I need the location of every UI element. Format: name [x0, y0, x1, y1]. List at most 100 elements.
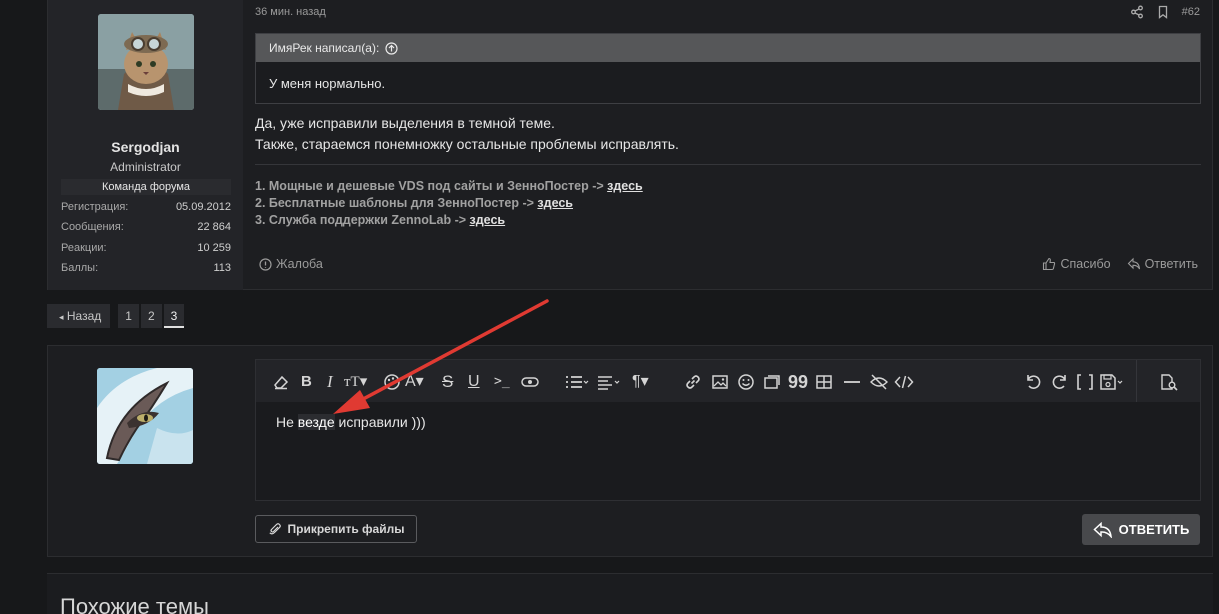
user-avatar[interactable]	[98, 14, 194, 110]
page-numbers: 1 2 3	[118, 304, 185, 328]
media-icon[interactable]	[763, 373, 781, 391]
signature-text: 1. Мощные и дешевые VDS под сайты и Зенн…	[255, 179, 608, 193]
quote-author[interactable]: ИмяРек написал(а):	[269, 34, 379, 62]
signature-link[interactable]: здесь	[537, 196, 573, 210]
user-banner: Команда форума	[61, 179, 231, 195]
similar-threads-title: Похожие темы	[60, 594, 209, 614]
spoiler-icon[interactable]	[520, 373, 540, 391]
page-link[interactable]: 1	[118, 304, 139, 328]
user-stat-registration: Регистрация: 05.09.2012	[61, 201, 231, 213]
quote-header[interactable]: ИмяРек написал(а):	[256, 34, 1200, 62]
signature-divider	[255, 164, 1201, 165]
quote-block: ИмяРек написал(а): У меня нормально.	[255, 33, 1201, 104]
cat-pilot-image	[98, 14, 194, 110]
signature-line: 3. Служба поддержки ZennoLab -> здесь	[255, 212, 643, 229]
table-icon[interactable]	[815, 373, 833, 391]
page-link-current[interactable]: 3	[163, 304, 185, 328]
inline-code-icon[interactable]: >_	[494, 373, 510, 391]
submit-reply-label: ОТВЕТИТЬ	[1118, 522, 1190, 537]
code-icon[interactable]	[894, 373, 914, 391]
stat-label: Сообщения:	[61, 221, 124, 233]
attach-files-label: Прикрепить файлы	[287, 522, 405, 536]
bold-icon[interactable]: B	[301, 373, 312, 391]
quick-reply-form: B I тT▾ A▾ S U >_ ¶▾ 99 Не везде исправи…	[47, 345, 1213, 557]
italic-icon[interactable]: I	[327, 373, 333, 391]
eraser-icon[interactable]	[272, 373, 290, 391]
align-icon[interactable]	[596, 373, 622, 391]
font-size-icon[interactable]: тT▾	[344, 373, 367, 391]
paragraph-icon[interactable]: ¶▾	[632, 373, 649, 391]
signature-text: 2. Бесплатные шаблоны для ЗенноПостер ->	[255, 196, 538, 210]
image-icon[interactable]	[711, 373, 729, 391]
signature-line: 2. Бесплатные шаблоны для ЗенноПостер ->…	[255, 195, 643, 212]
stat-value: 10 259	[197, 242, 231, 254]
back-label: Назад	[66, 309, 102, 323]
font-family-icon[interactable]: A▾	[405, 373, 424, 391]
strikethrough-icon[interactable]: S	[442, 373, 453, 391]
rich-text-editor[interactable]: B I тT▾ A▾ S U >_ ¶▾ 99 Не везде исправи…	[255, 359, 1201, 501]
preview-icon[interactable]	[1159, 373, 1179, 391]
hide-icon[interactable]	[869, 373, 889, 391]
post-time[interactable]: 36 мин. назад	[255, 6, 326, 18]
quote-icon[interactable]: 99	[788, 373, 808, 391]
stat-value[interactable]: 113	[213, 262, 231, 274]
user-stat-reactions: Реакции: 10 259	[61, 242, 231, 254]
like-button[interactable]: Спасибо	[1042, 257, 1111, 271]
palette-icon[interactable]	[383, 373, 401, 391]
report-link[interactable]: Жалоба	[259, 257, 323, 271]
post-message: Да, уже исправили выделения в темной тем…	[255, 113, 679, 155]
signature-link[interactable]: здесь	[470, 213, 506, 227]
undo-icon[interactable]	[1024, 373, 1042, 391]
report-label: Жалоба	[276, 257, 323, 271]
like-label: Спасибо	[1060, 257, 1111, 271]
underline-icon[interactable]: U	[468, 373, 480, 391]
stat-label: Баллы:	[61, 262, 99, 274]
editor-text-segment: Не	[276, 414, 298, 430]
bookmark-icon[interactable]	[1156, 5, 1170, 19]
submit-reply-button[interactable]: ОТВЕТИТЬ	[1082, 514, 1200, 545]
post-number[interactable]: #62	[1182, 6, 1200, 18]
user-title: Administrator	[110, 160, 181, 174]
dragon-eye-image	[97, 368, 193, 464]
message-line: Да, уже исправили выделения в темной тем…	[255, 115, 555, 131]
signature-line: 1. Мощные и дешевые VDS под сайты и Зенн…	[255, 178, 643, 195]
horizontal-line-icon[interactable]	[843, 373, 861, 391]
stat-value: 05.09.2012	[175, 201, 231, 213]
redo-icon[interactable]	[1051, 373, 1069, 391]
post-actions: Спасибо Ответить	[1042, 257, 1198, 271]
editor-highlighted-word: везде	[297, 414, 335, 430]
pagination-back-button[interactable]: ◂ Назад	[47, 304, 111, 328]
paperclip-icon	[268, 523, 281, 535]
list-icon[interactable]	[564, 373, 590, 391]
smile-icon[interactable]	[737, 373, 755, 391]
share-icon[interactable]	[1130, 5, 1144, 19]
attach-files-button[interactable]: Прикрепить файлы	[255, 515, 417, 543]
quote-text: У меня нормально.	[269, 76, 386, 91]
fullscreen-icon[interactable]	[1076, 373, 1094, 391]
editor-text-segment: исправили )))	[334, 414, 426, 430]
forum-post: Sergodjan Administrator Команда форума Р…	[47, 0, 1213, 290]
signature-link[interactable]: здесь	[607, 179, 643, 193]
stat-label: Реакции:	[61, 242, 107, 254]
stat-label: Регистрация:	[61, 201, 129, 213]
post-meta-actions: #62	[1130, 5, 1200, 19]
reply-post-label: Ответить	[1144, 257, 1198, 271]
current-user-avatar[interactable]	[97, 368, 193, 464]
message-line: Также, стараемся понемножку остальные пр…	[255, 136, 679, 152]
reply-post-button[interactable]: Ответить	[1127, 257, 1198, 271]
editor-content[interactable]: Не везде исправили )))	[276, 414, 426, 430]
toolbar-divider	[1136, 360, 1137, 402]
similar-threads-block: Похожие темы	[47, 573, 1213, 614]
save-draft-icon[interactable]	[1099, 373, 1125, 391]
username[interactable]: Sergodjan	[48, 139, 243, 155]
stat-value[interactable]: 22 864	[197, 221, 231, 233]
pagination: ◂ Назад 1 2 3	[47, 304, 185, 328]
page-link[interactable]: 2	[140, 304, 162, 328]
user-stat-points: Баллы: 113	[61, 262, 231, 274]
signature-text: 3. Служба поддержки ZennoLab ->	[255, 213, 470, 227]
user-stat-messages: Сообщения: 22 864	[61, 221, 231, 233]
link-icon[interactable]	[684, 373, 702, 391]
arrow-up-circle-icon[interactable]	[385, 41, 398, 55]
signature: 1. Мощные и дешевые VDS под сайты и Зенн…	[255, 178, 643, 229]
reply-icon	[1127, 257, 1140, 270]
